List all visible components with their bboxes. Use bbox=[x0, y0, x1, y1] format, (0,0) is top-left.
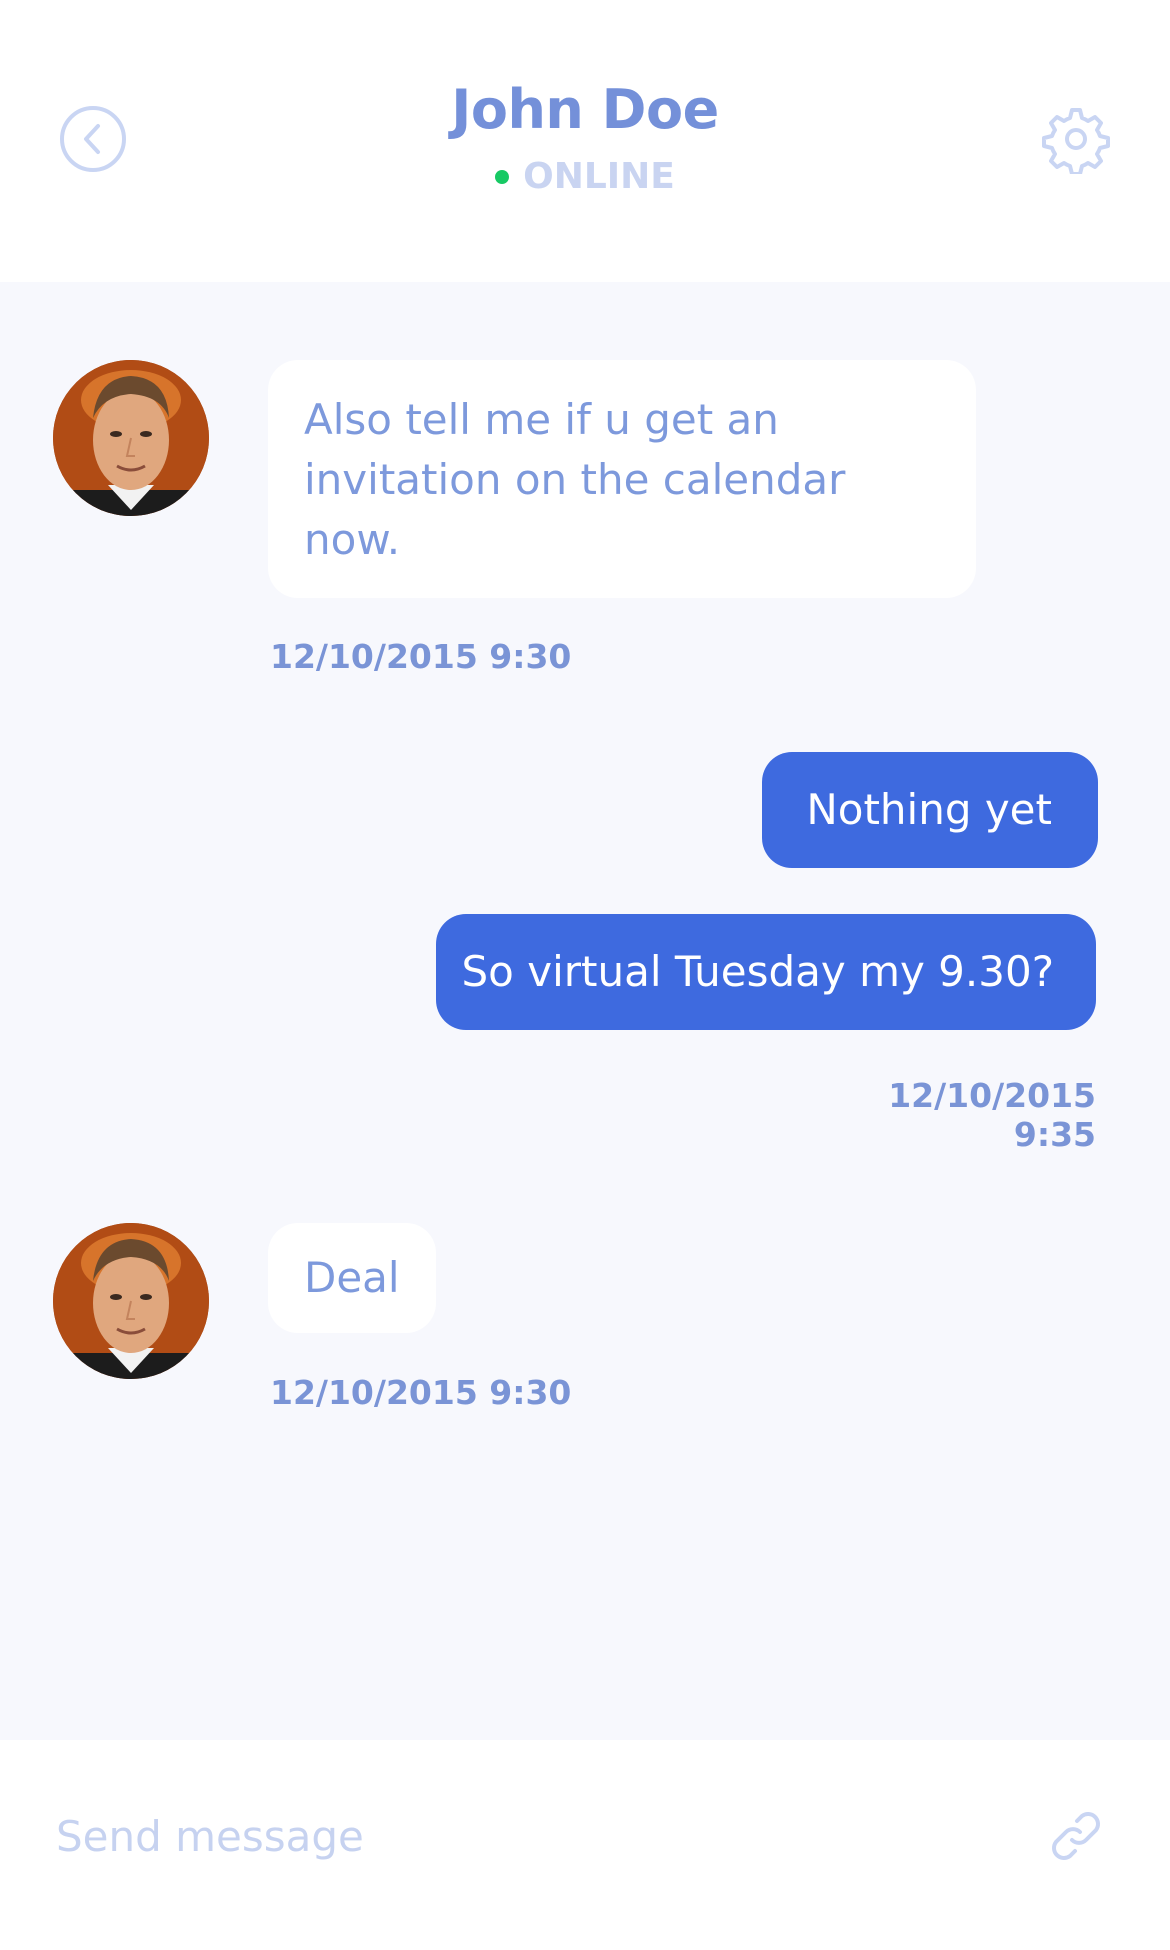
attach-button[interactable] bbox=[1040, 1800, 1112, 1872]
contact-name: John Doe bbox=[451, 78, 719, 141]
outgoing-message-bubble[interactable]: So virtual Tuesday my 9.30? bbox=[436, 914, 1096, 1030]
link-icon bbox=[1052, 1812, 1100, 1860]
chat-screen: John Doe ONLINE Also tell me if u get an… bbox=[0, 0, 1170, 1950]
status-indicator: ONLINE bbox=[0, 156, 1170, 197]
message-text: So virtual Tuesday my 9.30? bbox=[461, 947, 1055, 996]
message-timestamp: 12/10/2015 9:30 bbox=[270, 1373, 572, 1412]
settings-button[interactable] bbox=[1040, 103, 1112, 175]
chat-header: John Doe ONLINE bbox=[0, 0, 1170, 282]
message-line: now. bbox=[304, 515, 401, 564]
message-line: Also tell me if u get an bbox=[304, 395, 779, 444]
contact-avatar[interactable] bbox=[53, 1223, 209, 1379]
contact-avatar[interactable] bbox=[53, 360, 209, 516]
online-dot-icon bbox=[495, 169, 510, 184]
gear-icon bbox=[1042, 108, 1110, 174]
avatar-portrait bbox=[53, 1223, 209, 1379]
message-composer bbox=[0, 1740, 1170, 1950]
message-timestamp: 12/10/2015 9:30 bbox=[270, 637, 572, 676]
incoming-message-bubble[interactable]: Deal bbox=[268, 1223, 436, 1333]
message-text: Deal bbox=[304, 1253, 400, 1302]
status-label: ONLINE bbox=[523, 156, 675, 197]
message-input[interactable] bbox=[56, 1800, 956, 1872]
incoming-message-bubble[interactable]: Also tell me if u get an invitation on t… bbox=[268, 360, 976, 598]
avatar-portrait bbox=[53, 360, 209, 516]
message-text: Nothing yet bbox=[806, 785, 1052, 834]
message-timestamp: 12/10/2015 9:35 bbox=[888, 1076, 1096, 1154]
message-line: invitation on the calendar bbox=[304, 455, 846, 504]
outgoing-message-bubble[interactable]: Nothing yet bbox=[762, 752, 1098, 868]
